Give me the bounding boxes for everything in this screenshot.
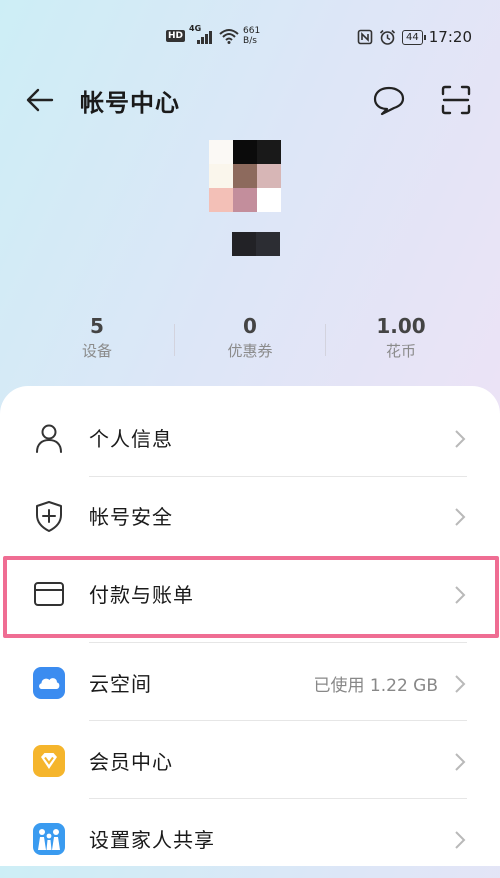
avatar-pixel (209, 164, 233, 188)
member-diamond-icon (33, 745, 65, 777)
cloud-icon (33, 667, 65, 699)
menu-item-label: 会员中心 (89, 750, 173, 774)
nickname-pixelated (232, 232, 280, 256)
avatar-pixel (257, 140, 281, 164)
network-speed: 661 B/s (243, 26, 260, 46)
stat-value: 0 (243, 314, 257, 338)
avatar[interactable] (209, 140, 281, 212)
page-title: 帐号中心 (80, 89, 180, 117)
signal-icon: 4G (189, 24, 215, 44)
chevron-right-icon (455, 675, 466, 693)
chevron-right-icon (455, 831, 466, 849)
stats-row: 5 设备 0 优惠券 1.00 花币 (0, 314, 500, 364)
stat-devices[interactable]: 5 设备 (22, 314, 172, 361)
message-bubble-icon[interactable] (372, 84, 406, 116)
person-icon (36, 424, 62, 453)
status-right-group: 44 17:20 (357, 28, 472, 46)
divider (89, 642, 467, 643)
chevron-right-icon (455, 508, 466, 526)
stat-coupons[interactable]: 0 优惠券 (175, 314, 325, 361)
speed-value: 661 (243, 26, 261, 36)
chevron-right-icon (455, 430, 466, 448)
menu-item-label: 个人信息 (89, 427, 173, 451)
avatar-pixel (209, 140, 233, 164)
stat-huabi[interactable]: 1.00 花币 (326, 314, 476, 361)
menu-item-family-sharing[interactable]: 设置家人共享 (0, 800, 500, 878)
speed-unit: B/s (243, 36, 257, 46)
stat-value: 1.00 (376, 314, 426, 338)
status-time: 17:20 (428, 28, 472, 46)
nickname-pixel (256, 232, 280, 256)
avatar-pixel (257, 188, 281, 212)
cloud-usage-value: 已使用 1.22 GB (313, 676, 439, 696)
chevron-right-icon (455, 753, 466, 771)
divider (89, 720, 467, 721)
nfc-icon (357, 29, 373, 45)
menu-item-personal-info[interactable]: 个人信息 (0, 399, 500, 477)
highlight-box (3, 556, 499, 638)
shield-icon (36, 501, 62, 532)
menu-item-member-center[interactable]: 会员中心 (0, 722, 500, 800)
wifi-icon (219, 29, 239, 44)
divider (89, 798, 467, 799)
back-arrow-icon[interactable] (24, 84, 56, 116)
scan-icon[interactable] (440, 84, 472, 116)
menu-item-label: 帐号安全 (89, 505, 173, 529)
menu-item-cloud-space[interactable]: 云空间 已使用 1.22 GB (0, 644, 500, 722)
stat-label: 花币 (385, 342, 416, 360)
stat-label: 优惠券 (227, 342, 273, 360)
avatar-pixel (233, 188, 257, 212)
nickname-pixel (232, 232, 256, 256)
avatar-pixel (233, 164, 257, 188)
battery-icon: 44 (402, 29, 426, 45)
top-bar: 帐号中心 (0, 80, 500, 120)
status-network-group: HD 4G 661 B/s (166, 24, 260, 46)
status-bar: HD 4G 661 B/s 44 17:20 (0, 24, 500, 52)
avatar-pixel (233, 140, 257, 164)
alarm-icon (379, 29, 396, 45)
menu-item-label: 设置家人共享 (89, 828, 215, 852)
avatar-pixel (257, 164, 281, 188)
hd-badge: HD (166, 30, 186, 42)
family-share-icon (33, 823, 65, 855)
stat-label: 设备 (81, 342, 112, 360)
stat-value: 5 (90, 314, 104, 338)
menu-item-account-security[interactable]: 帐号安全 (0, 477, 500, 555)
avatar-pixel (209, 188, 233, 212)
menu-item-label: 云空间 (89, 672, 152, 696)
